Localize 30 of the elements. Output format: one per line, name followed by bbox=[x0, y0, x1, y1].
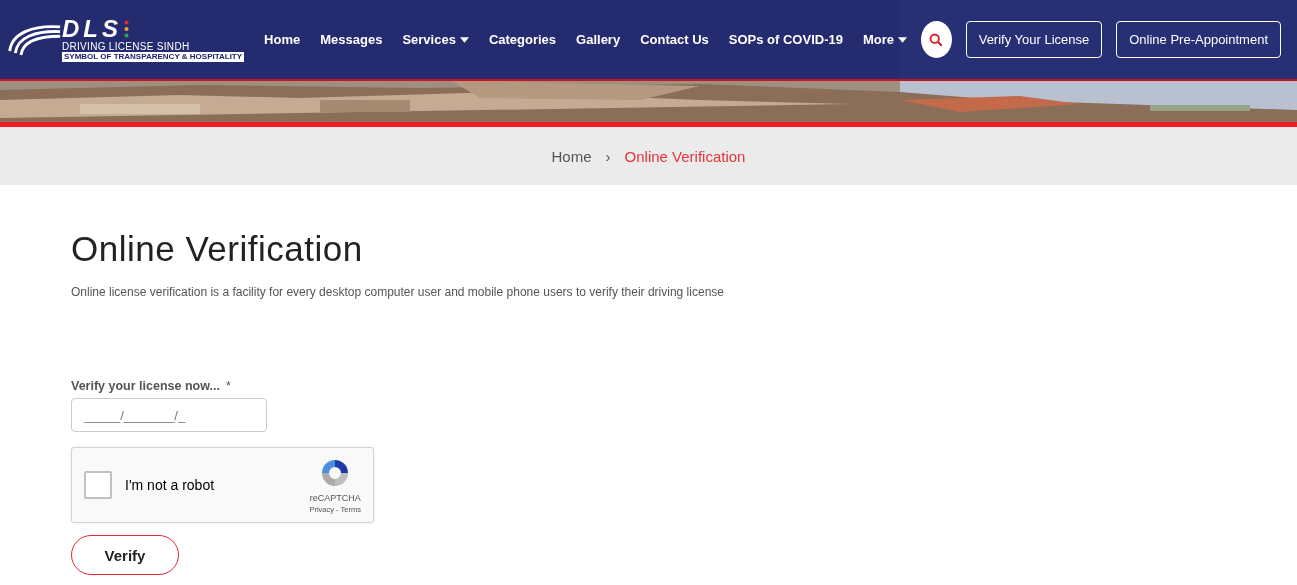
nav-link[interactable]: Home bbox=[254, 32, 311, 47]
nav-link[interactable]: Categories bbox=[478, 32, 567, 47]
traffic-light-icon bbox=[124, 20, 129, 38]
breadcrumb-separator: › bbox=[605, 147, 611, 165]
verify-button[interactable]: Verify bbox=[71, 535, 179, 575]
header-button[interactable]: Online Pre-Appointment bbox=[1116, 21, 1281, 58]
logo-tagline: SYMBOL OF TRANSPARENCY & HOSPITALITY bbox=[62, 52, 245, 62]
license-number-field[interactable]: _____/_______/_ bbox=[71, 398, 267, 432]
caret-icon bbox=[459, 36, 469, 43]
logo-name: DRIVING LICENSE SINDH bbox=[62, 41, 191, 52]
search-icon bbox=[929, 32, 944, 47]
captcha-brand: reCAPTCHA bbox=[309, 492, 361, 503]
captcha-label: I'm not a robot bbox=[125, 477, 216, 493]
nav-link[interactable]: Messages bbox=[310, 32, 393, 47]
page-title: Online Verification bbox=[71, 229, 364, 269]
nav-link[interactable]: SOPs of COVID-19 bbox=[718, 32, 853, 47]
logo-mark: DLS bbox=[62, 17, 122, 41]
breadcrumb-link[interactable]: Online Verification bbox=[624, 147, 746, 165]
nav-link[interactable]: Services bbox=[392, 32, 479, 47]
nav-link[interactable]: More bbox=[852, 32, 917, 47]
search-button[interactable] bbox=[921, 21, 952, 58]
page-description: Online license verification is a facility for every desktop computer user and mobile phone users to verify their driving license bbox=[71, 285, 725, 299]
nav-link[interactable]: Gallery bbox=[566, 32, 631, 47]
nav-link[interactable]: Contact Us bbox=[630, 32, 719, 47]
field-label: Verify your license now... bbox=[71, 379, 220, 393]
captcha-checkbox[interactable] bbox=[84, 471, 112, 499]
required-mark: * bbox=[225, 379, 231, 393]
breadcrumb-link[interactable]: Home bbox=[551, 147, 592, 165]
header-button[interactable]: Verify Your License bbox=[965, 21, 1103, 58]
caret-icon bbox=[898, 36, 907, 43]
